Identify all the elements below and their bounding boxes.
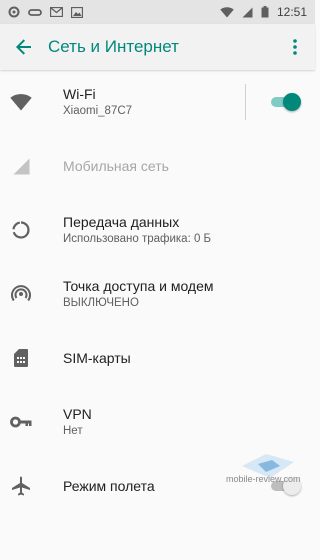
cellular-icon (13, 158, 29, 174)
cloud-link-icon (28, 9, 42, 16)
vpn-key-icon (10, 416, 32, 428)
data-usage-icon (12, 221, 30, 239)
status-left-icons (8, 6, 83, 18)
setting-hotspot[interactable]: Точка доступа и модем ВЫКЛЮЧЕНО (0, 262, 315, 326)
more-vert-icon (293, 39, 297, 55)
setting-subtitle: Использовано трафика: 0 Б (63, 233, 212, 245)
wifi-icon (220, 6, 234, 18)
sim-card-icon (14, 349, 28, 367)
setting-sim-cards[interactable]: SIM-карты (0, 326, 315, 390)
setting-vpn[interactable]: VPN Нет (0, 390, 315, 454)
wifi-toggle[interactable] (267, 92, 301, 112)
app-bar: Сеть и Интернет (0, 24, 315, 70)
image-icon (71, 6, 83, 18)
setting-title: SIM-карты (63, 350, 131, 366)
status-time: 12:51 (276, 5, 307, 19)
setting-title: Передача данных (63, 214, 180, 230)
setting-title: Wi-Fi (63, 86, 96, 102)
setting-wifi[interactable]: Wi-Fi Xiaomi_87C7 (0, 70, 315, 134)
divider (245, 84, 246, 120)
page-title: Сеть и Интернет (48, 37, 179, 56)
back-button[interactable] (0, 24, 48, 70)
wifi-icon (10, 93, 32, 110)
status-bar: 12:51 (0, 0, 315, 24)
setting-title: VPN (63, 406, 92, 422)
signal-icon (242, 7, 253, 17)
setting-mobile-network[interactable]: Мобильная сеть (0, 134, 315, 198)
battery-icon (261, 6, 269, 18)
setting-subtitle: ВЫКЛЮЧЕНО (63, 297, 139, 309)
hotspot-icon (11, 285, 31, 302)
gmail-icon (50, 7, 63, 17)
status-right-icons: 12:51 (220, 5, 307, 19)
setting-title: Мобильная сеть (63, 158, 169, 174)
settings-icon (8, 6, 20, 18)
watermark-text: mobile-review.com (226, 474, 301, 484)
setting-subtitle: Xiaomi_87C7 (63, 105, 133, 117)
arrow-back-icon (16, 39, 31, 55)
setting-data-usage[interactable]: Передача данных Использовано трафика: 0 … (0, 198, 315, 262)
overflow-menu-button[interactable] (275, 24, 315, 70)
setting-subtitle: Нет (63, 425, 83, 437)
setting-title: Режим полета (63, 478, 155, 494)
airplane-icon (12, 476, 30, 496)
setting-title: Точка доступа и модем (63, 278, 214, 294)
